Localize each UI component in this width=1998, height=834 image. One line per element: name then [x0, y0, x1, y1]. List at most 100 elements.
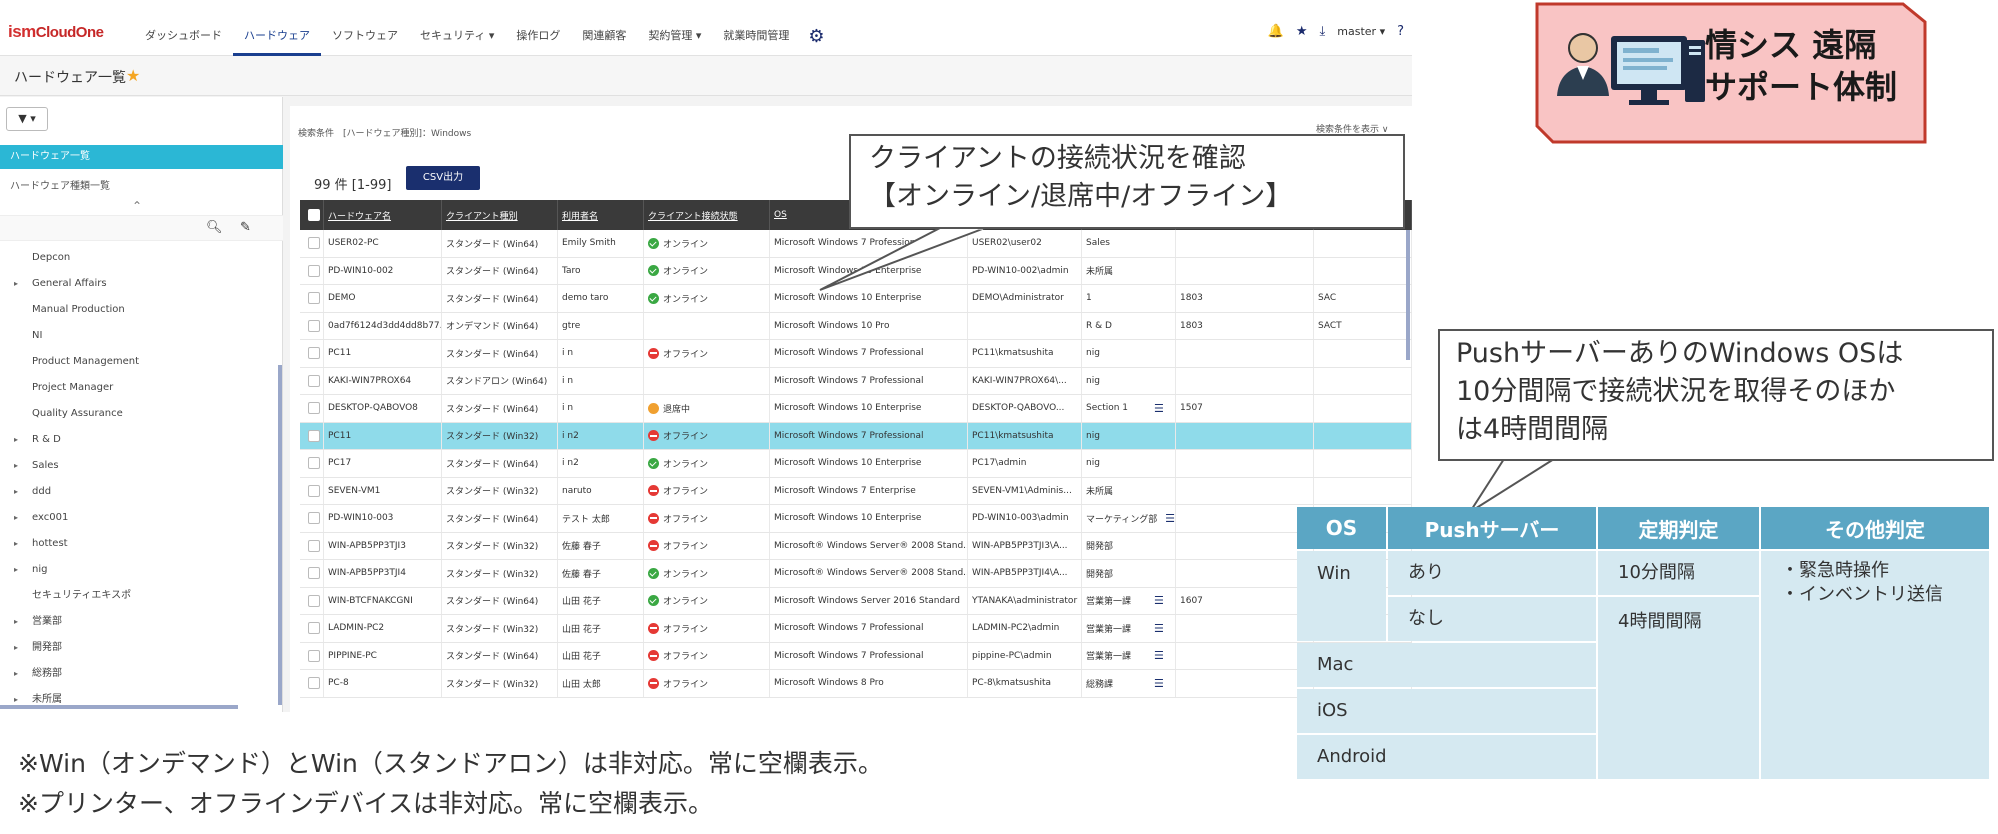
table-row[interactable]: KAKI-WIN7PROX64 スタンドアロン (Win64) i n Microso…	[300, 367, 1412, 395]
nav-item-0[interactable]: ダッシュボード	[134, 0, 233, 56]
tree-item[interactable]: Depcon	[0, 245, 278, 271]
select-all-checkbox[interactable]	[308, 209, 320, 221]
favorite-star-icon[interactable]: ★	[126, 66, 140, 85]
row-checkbox[interactable]	[308, 264, 320, 277]
tree-item[interactable]: NI	[0, 323, 278, 349]
expand-arrow-icon[interactable]: ▸	[14, 479, 18, 505]
row-checkbox[interactable]	[308, 347, 320, 360]
expand-arrow-icon[interactable]: ▸	[14, 427, 18, 453]
table-row[interactable]: SEVEN-VM1 スタンダード (Win32) naruto オフライン Micros…	[300, 477, 1412, 505]
expand-arrow-icon[interactable]: ▸	[14, 531, 18, 557]
table-row[interactable]: LADMIN-PC2 スタンダード (Win32) 山田 花子 オフライン Micros…	[300, 615, 1412, 643]
column-header[interactable]: ハードウェア名	[324, 200, 442, 230]
tree-item[interactable]: ▸ hottest	[0, 531, 278, 557]
tree-item[interactable]: ▸ ddd	[0, 479, 278, 505]
expand-arrow-icon[interactable]: ▸	[14, 661, 18, 687]
tree-item[interactable]: ▸ 開発部	[0, 635, 278, 661]
row-checkbox[interactable]	[308, 484, 320, 497]
expand-arrow-icon[interactable]: ▸	[14, 271, 18, 297]
tree-item[interactable]: セキュリティエキスポ	[0, 583, 278, 609]
table-row[interactable]: PC-8 スタンダード (Win32) 山田 太郎 オフライン Microsoft Wi…	[300, 670, 1412, 698]
tree-item[interactable]: Quality Assurance	[0, 401, 278, 427]
table-row[interactable]: PIPPINE-PC スタンダード (Win64) 山田 花子 オフライン Micros…	[300, 642, 1412, 670]
expand-arrow-icon[interactable]: ▸	[14, 557, 18, 583]
table-scrollbar[interactable]	[1406, 230, 1410, 360]
column-header[interactable]: クライアント種別	[442, 200, 558, 230]
column-header[interactable]: クライアント接続状態	[644, 200, 770, 230]
user-menu[interactable]: master ▾	[1337, 25, 1385, 38]
filter-button[interactable]: ▼ ▾	[6, 107, 48, 131]
expand-arrow-icon[interactable]: ▸	[14, 505, 18, 531]
tree-item[interactable]: ▸ nig	[0, 557, 278, 583]
table-row[interactable]: PC11 スタンダード (Win64) i n オフライン Microsoft Wind…	[300, 340, 1412, 368]
table-row[interactable]: DEMO スタンダード (Win64) demo taro オンライン Microsof…	[300, 285, 1412, 313]
type-cell: スタンダード (Win32)	[442, 422, 558, 449]
row-menu-icon[interactable]: ☰	[1154, 677, 1164, 690]
row-checkbox[interactable]	[308, 457, 320, 470]
table-row[interactable]: PD-WIN10-002 スタンダード (Win64) Taro オンライン Micro…	[300, 257, 1412, 285]
search-icon[interactable]: 🔍︎	[206, 220, 223, 235]
tree-item[interactable]: ▸ exc001	[0, 505, 278, 531]
row-menu-icon[interactable]: ☰	[1154, 649, 1164, 662]
nav-item-1[interactable]: ハードウェア	[233, 0, 321, 56]
table-row[interactable]: 0ad7f6124d3dd4dd8b77... オンデマンド (Win64) gtr…	[300, 312, 1412, 340]
table-row[interactable]: PD-WIN10-003 スタンダード (Win64) テスト 太郎 オフライン Mic…	[300, 505, 1412, 533]
bell-icon[interactable]: 🔔	[1268, 24, 1284, 39]
settings-gear-icon[interactable]: ⚙	[800, 0, 832, 56]
row-checkbox[interactable]	[308, 512, 320, 525]
row-checkbox[interactable]	[308, 292, 320, 305]
nav-item-6[interactable]: 契約管理 ▾	[637, 0, 712, 56]
star-icon[interactable]: ★	[1296, 24, 1308, 39]
sidebar-item-hardware-types[interactable]: ハードウェア種類一覧	[10, 177, 110, 192]
table-row[interactable]: DESKTOP-QABOVO8 スタンダード (Win64) i n 退席中 Micro…	[300, 395, 1412, 423]
collapse-caret-icon[interactable]: ⌃	[132, 199, 142, 213]
tree-item[interactable]: Manual Production	[0, 297, 278, 323]
sidebar-scrollbar[interactable]	[278, 365, 282, 705]
nav-item-7[interactable]: 就業時間管理	[712, 0, 800, 56]
csv-export-button[interactable]: CSV出力	[406, 166, 480, 190]
tree-item[interactable]: ▸ 総務部	[0, 661, 278, 687]
nav-item-3[interactable]: セキュリティ ▾	[409, 0, 505, 56]
row-checkbox[interactable]	[308, 677, 320, 690]
tree-item[interactable]: ▸ 営業部	[0, 609, 278, 635]
nav-item-5[interactable]: 関連顧客	[571, 0, 637, 56]
row-checkbox[interactable]	[308, 622, 320, 635]
tree-item[interactable]: ▸ Sales	[0, 453, 278, 479]
expand-arrow-icon[interactable]: ▸	[14, 609, 18, 635]
expand-arrow-icon[interactable]: ▸	[14, 635, 18, 661]
row-checkbox[interactable]	[308, 539, 320, 552]
row-menu-icon[interactable]: ☰	[1165, 512, 1175, 525]
table-row[interactable]: WIN-APB5PP3TJI4 スタンダード (Win32) 佐藤 春子 オンライン M…	[300, 560, 1412, 588]
app-logo[interactable]: ismCloudOne	[8, 22, 104, 42]
edit-icon[interactable]: ✎	[240, 220, 251, 235]
column-header[interactable]: 利用者名	[558, 200, 644, 230]
row-checkbox[interactable]	[308, 594, 320, 607]
nav-item-4[interactable]: 操作ログ	[505, 0, 571, 56]
sidebar-horizontal-scrollbar[interactable]	[0, 705, 238, 709]
row-checkbox[interactable]	[308, 429, 320, 442]
row-checkbox[interactable]	[308, 319, 320, 332]
download-icon[interactable]: ⤓	[1320, 24, 1326, 39]
row-checkbox[interactable]	[308, 402, 320, 415]
tree-item[interactable]: Project Manager	[0, 375, 278, 401]
row-checkbox[interactable]	[308, 567, 320, 580]
tree-item[interactable]: ▸ R & D	[0, 427, 278, 453]
table-row[interactable]: WIN-APB5PP3TJI3 スタンダード (Win32) 佐藤 春子 オフライン M…	[300, 532, 1412, 560]
tree-item[interactable]: ▸ General Affairs	[0, 271, 278, 297]
expand-arrow-icon[interactable]: ▸	[14, 453, 18, 479]
row-checkbox[interactable]	[308, 374, 320, 387]
row-menu-icon[interactable]: ☰	[1154, 622, 1164, 635]
table-row[interactable]: USER02-PC スタンダード (Win64) Emily Smith オンライン M…	[300, 230, 1412, 258]
row-checkbox[interactable]	[308, 649, 320, 662]
sidebar-item-hardware-list[interactable]: ハードウェア一覧	[0, 145, 283, 169]
row-menu-icon[interactable]: ☰	[1154, 402, 1164, 415]
tree-item[interactable]: Product Management	[0, 349, 278, 375]
row-checkbox[interactable]	[308, 237, 320, 250]
table-row[interactable]: WIN-BTCFNAKCGNI スタンダード (Win64) 山田 花子 オンライン M…	[300, 587, 1412, 615]
table-row[interactable]: PC17 スタンダード (Win64) i n2 オンライン Microsoft Win…	[300, 450, 1412, 478]
dept-cell: 1	[1082, 285, 1176, 312]
help-icon[interactable]: ?	[1397, 24, 1404, 39]
table-row[interactable]: PC11 スタンダード (Win32) i n2 オフライン Microsoft Win…	[300, 422, 1412, 450]
nav-item-2[interactable]: ソフトウェア	[321, 0, 409, 56]
row-menu-icon[interactable]: ☰	[1154, 594, 1164, 607]
